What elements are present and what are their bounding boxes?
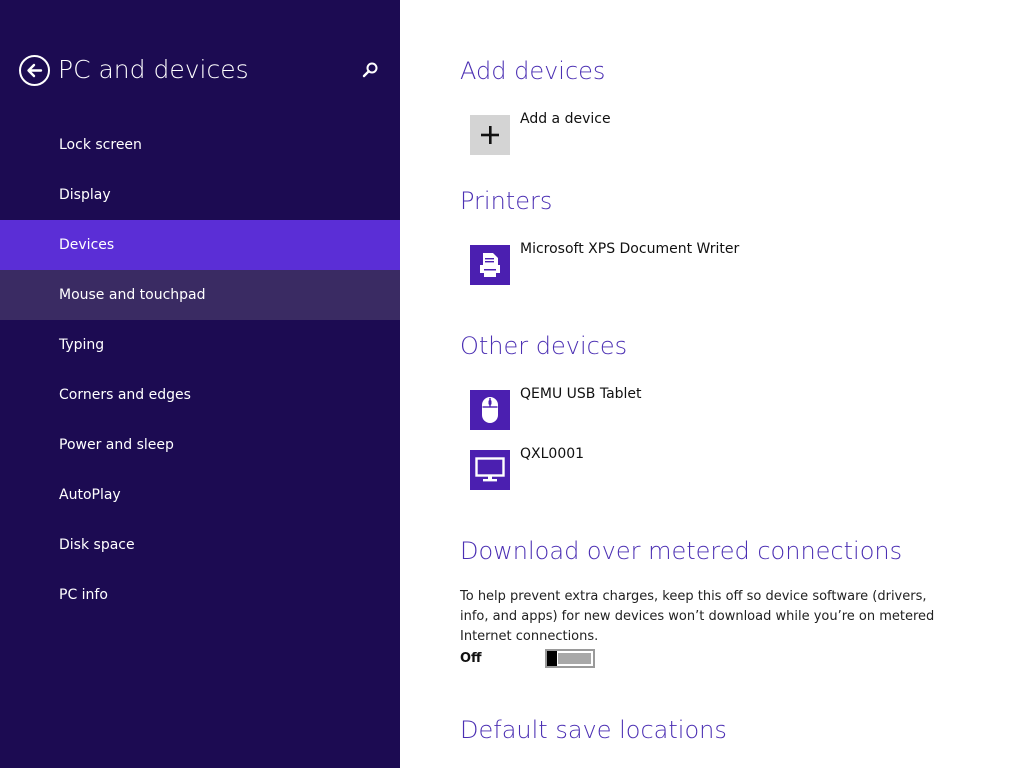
section-title-metered: Download over metered connections [460, 537, 903, 565]
sidebar-item-typing[interactable]: Typing [0, 320, 400, 370]
sidebar-item-disk-space[interactable]: Disk space [0, 520, 400, 570]
sidebar-item-power-and-sleep[interactable]: Power and sleep [0, 420, 400, 470]
toggle-thumb[interactable] [547, 651, 557, 666]
add-device-button[interactable]: Add a device [470, 111, 950, 155]
section-title-save-locations: Default save locations [460, 716, 727, 744]
add-device-label: Add a device [520, 111, 611, 127]
sidebar-nav: Lock screen Display Devices Mouse and to… [0, 120, 400, 620]
settings-content: Add devices Add a device Printers Micros… [400, 0, 1024, 768]
device-item-qxl0001[interactable]: QXL0001 [470, 446, 950, 490]
monitor-icon [470, 450, 510, 490]
mouse-icon [470, 390, 510, 430]
sidebar-item-display[interactable]: Display [0, 170, 400, 220]
section-title-add-devices: Add devices [460, 57, 606, 85]
search-icon [362, 62, 378, 78]
back-button[interactable] [19, 55, 50, 86]
sidebar-item-corners-and-edges[interactable]: Corners and edges [0, 370, 400, 420]
sidebar-item-autoplay[interactable]: AutoPlay [0, 470, 400, 520]
device-label-printer: Microsoft XPS Document Writer [520, 241, 740, 257]
printer-icon [470, 245, 510, 285]
sidebar-item-lock-screen[interactable]: Lock screen [0, 120, 400, 170]
device-label-qemu-usb-tablet: QEMU USB Tablet [520, 386, 642, 402]
search-button[interactable] [360, 60, 380, 80]
device-label-qxl0001: QXL0001 [520, 446, 585, 462]
device-item-printer[interactable]: Microsoft XPS Document Writer [470, 241, 950, 285]
section-title-other-devices: Other devices [460, 332, 628, 360]
metered-description: To help prevent extra charges, keep this… [460, 589, 935, 644]
metered-toggle[interactable] [545, 649, 595, 668]
settings-sidebar: PC and devices Lock screen Display Devic… [0, 0, 400, 768]
sidebar-item-pc-info[interactable]: PC info [0, 570, 400, 620]
back-arrow-icon [27, 63, 43, 78]
toggle-track [558, 653, 591, 664]
plus-icon [470, 115, 510, 155]
toggle-state-label: Off [460, 651, 482, 666]
sidebar-item-mouse-and-touchpad[interactable]: Mouse and touchpad [0, 270, 400, 320]
sidebar-item-devices[interactable]: Devices [0, 220, 400, 270]
section-title-printers: Printers [460, 187, 553, 215]
device-item-qemu-usb-tablet[interactable]: QEMU USB Tablet [470, 386, 950, 430]
page-title: PC and devices [58, 55, 249, 84]
